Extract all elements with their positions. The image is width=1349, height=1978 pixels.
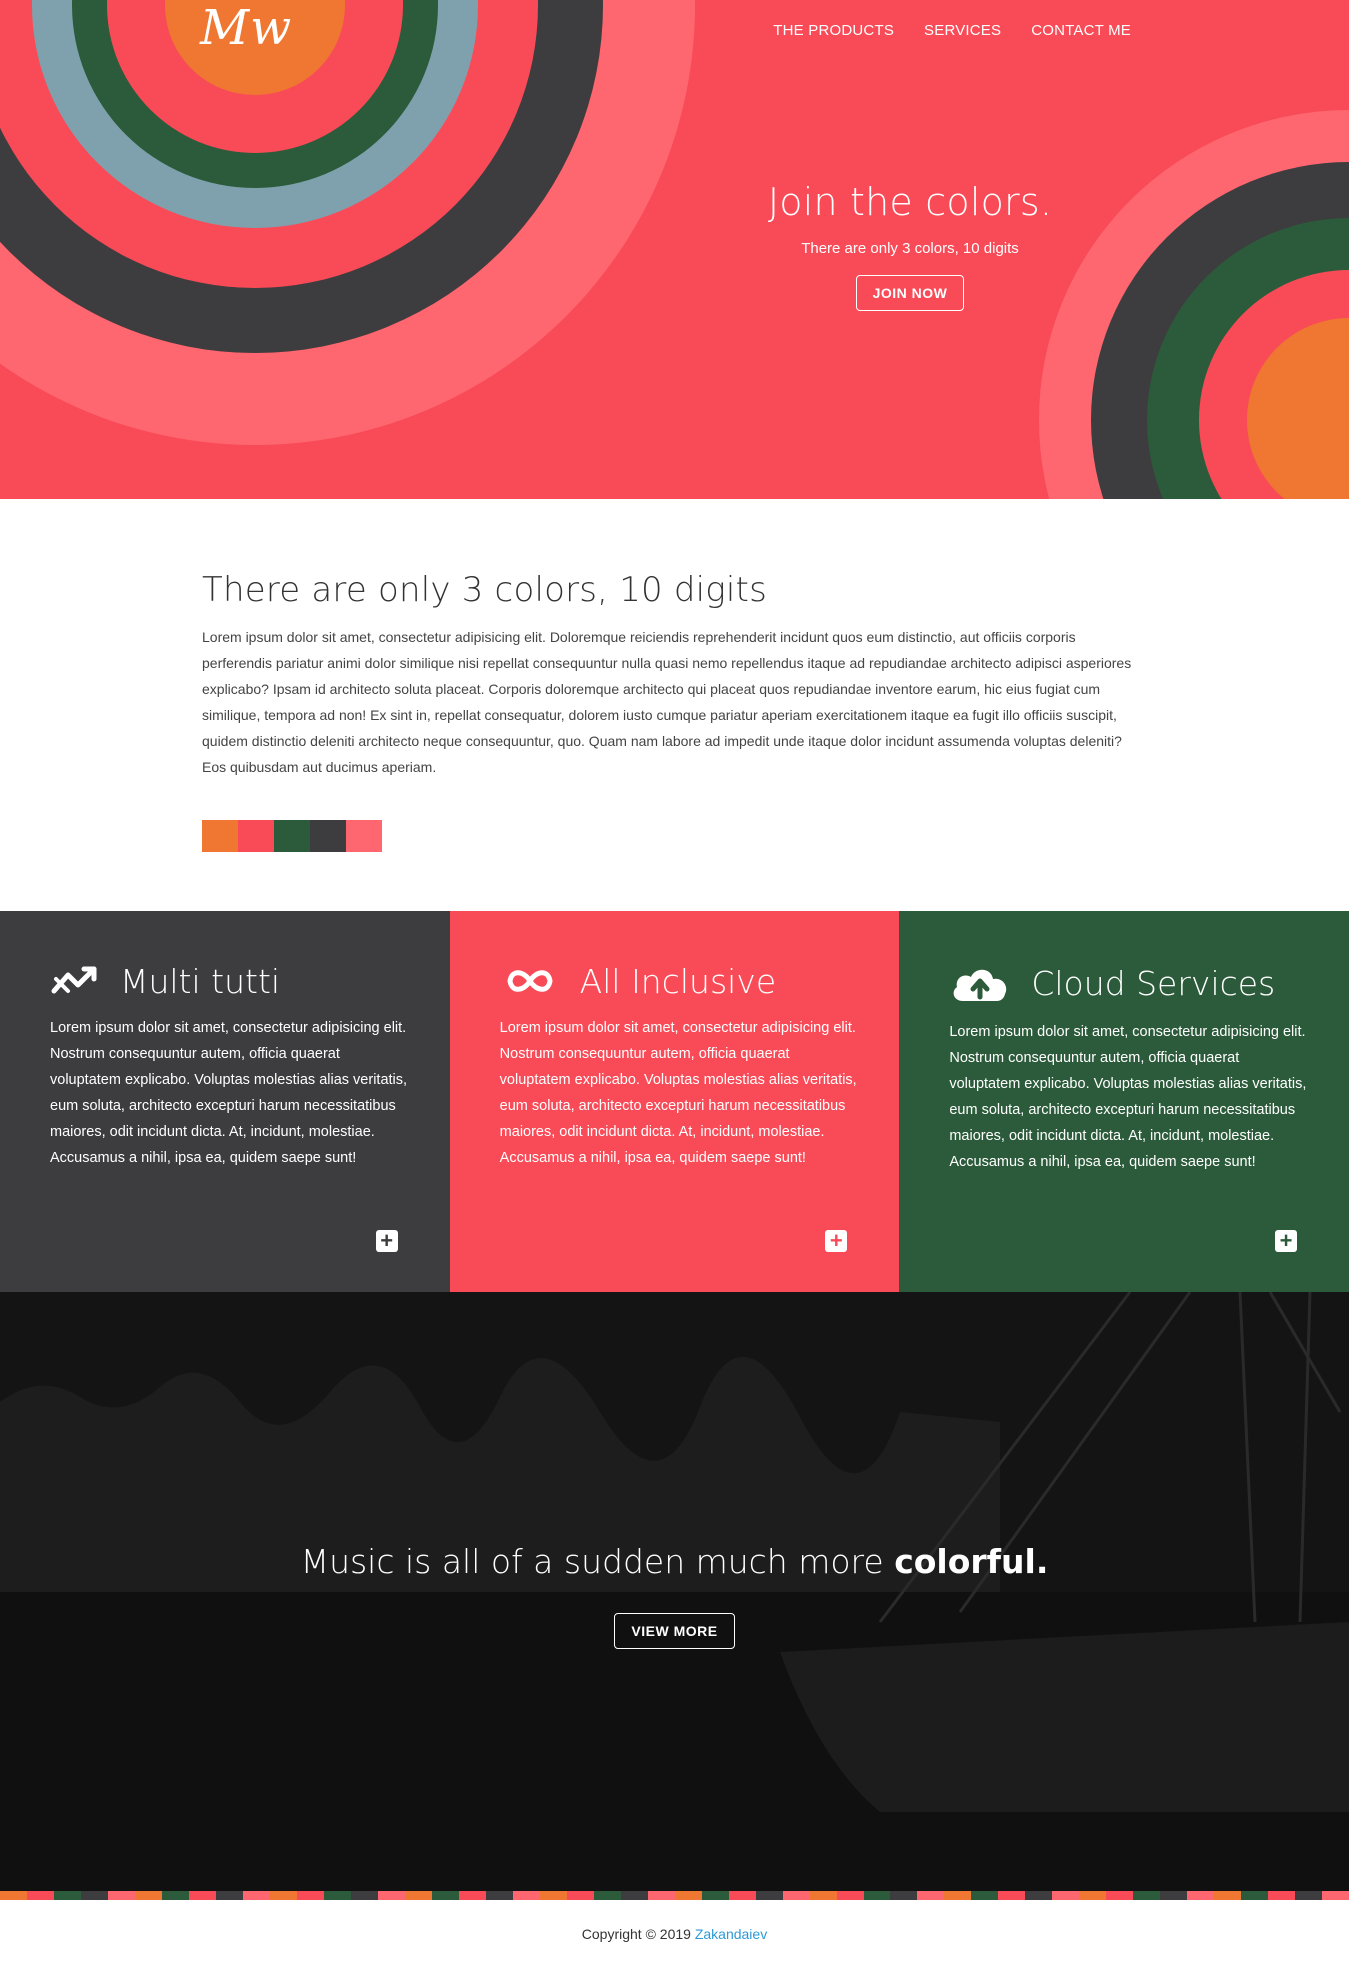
stripe-segment — [944, 1891, 972, 1900]
nav-item-contact[interactable]: CONTACT ME — [1031, 22, 1131, 39]
trend-arrows-icon — [51, 966, 97, 994]
stripe-segment — [458, 1891, 486, 1900]
color-stripe — [0, 1891, 1349, 1900]
stripe-segment — [701, 1891, 729, 1900]
swatch-dark — [310, 820, 346, 852]
stripe-segment — [836, 1891, 864, 1900]
cta-title-bold: colorful. — [894, 1542, 1049, 1581]
stripe-segment — [26, 1891, 54, 1900]
stripe-segment — [1295, 1891, 1323, 1900]
cta-title-plain: Music is all of a sudden much more — [300, 1542, 895, 1581]
cta-copy: Music is all of a sudden much more color… — [0, 1542, 1349, 1649]
cta-title: Music is all of a sudden much more color… — [0, 1542, 1349, 1581]
stripe-segment — [1106, 1891, 1134, 1900]
join-now-button[interactable]: JOIN NOW — [855, 275, 965, 311]
features-section: Multi tutti Lorem ipsum dolor sit amet, … — [0, 911, 1349, 1292]
expand-plus-icon[interactable]: + — [375, 1230, 398, 1252]
stripe-segment — [512, 1891, 540, 1900]
main-nav: THE PRODUCTS SERVICES CONTACT ME — [773, 22, 1131, 39]
intro-body: Lorem ipsum dolor sit amet, consectetur … — [202, 629, 1132, 775]
feature-body: Lorem ipsum dolor sit amet, consectetur … — [499, 1020, 857, 1166]
author-link[interactable]: Zakandaiev — [695, 1926, 767, 1942]
stripe-segment — [161, 1891, 189, 1900]
stripe-segment — [998, 1891, 1026, 1900]
stripe-segment — [539, 1891, 567, 1900]
stripe-segment — [1025, 1891, 1053, 1900]
stripe-segment — [1079, 1891, 1107, 1900]
brand-logo[interactable]: Mw — [200, 0, 292, 56]
stripe-segment — [0, 1891, 27, 1900]
stripe-segment — [431, 1891, 459, 1900]
feature-title: Multi tutti — [120, 961, 281, 1001]
stripe-segment — [674, 1891, 702, 1900]
swatch-pink — [346, 820, 382, 852]
feature-card-cloud-services: Cloud Services Lorem ipsum dolor sit ame… — [899, 911, 1349, 1292]
feature-title: All Inclusive — [579, 961, 777, 1001]
stripe-segment — [485, 1891, 513, 1900]
stripe-segment — [620, 1891, 648, 1900]
stripe-segment — [647, 1891, 675, 1900]
stripe-segment — [1187, 1891, 1215, 1900]
stripe-segment — [728, 1891, 756, 1900]
swatch-red — [238, 820, 274, 852]
stripe-segment — [782, 1891, 810, 1900]
stripe-segment — [755, 1891, 783, 1900]
hero-copy: Join the colors. There are only 3 colors… — [710, 180, 1110, 311]
stripe-segment — [1241, 1891, 1269, 1900]
stripe-segment — [1214, 1891, 1242, 1900]
stripe-segment — [1160, 1891, 1188, 1900]
expand-plus-icon[interactable]: + — [1275, 1230, 1298, 1252]
cloud-upload-icon — [953, 969, 1007, 1001]
stripe-segment — [1268, 1891, 1296, 1900]
stripe-segment — [404, 1891, 432, 1900]
stripe-segment — [377, 1891, 405, 1900]
stripe-segment — [917, 1891, 945, 1900]
swatch-orange — [202, 820, 238, 852]
stripe-segment — [188, 1891, 216, 1900]
cta-section: Music is all of a sudden much more color… — [0, 1292, 1349, 1891]
stripe-segment — [53, 1891, 81, 1900]
stripe-segment — [134, 1891, 162, 1900]
stripe-segment — [323, 1891, 351, 1900]
feature-body: Lorem ipsum dolor sit amet, consectetur … — [50, 1020, 408, 1166]
hero-circles-art — [0, 0, 1349, 499]
stripe-segment — [215, 1891, 243, 1900]
stripe-segment — [809, 1891, 837, 1900]
stripe-segment — [296, 1891, 324, 1900]
feature-card-all-inclusive: All Inclusive Lorem ipsum dolor sit amet… — [449, 911, 900, 1292]
hero-section: Mw THE PRODUCTS SERVICES CONTACT ME Join… — [0, 0, 1349, 499]
expand-plus-icon[interactable]: + — [825, 1230, 848, 1252]
stripe-segment — [269, 1891, 297, 1900]
swatch-green — [274, 820, 310, 852]
hero-title: Join the colors. — [767, 180, 1053, 224]
footer: Copyright © 2019 Zakandaiev — [0, 1900, 1349, 1978]
feature-title: Cloud Services — [1031, 963, 1276, 1003]
stripe-segment — [593, 1891, 621, 1900]
infinity-icon — [507, 970, 553, 992]
stripe-segment — [350, 1891, 378, 1900]
hero-subtitle: There are only 3 colors, 10 digits — [801, 240, 1019, 257]
intro-title: There are only 3 colors, 10 digits — [202, 570, 767, 610]
nav-item-services[interactable]: SERVICES — [924, 22, 1001, 39]
feature-body: Lorem ipsum dolor sit amet, consectetur … — [949, 1024, 1307, 1170]
stripe-segment — [566, 1891, 594, 1900]
intro-section: There are only 3 colors, 10 digits Lorem… — [202, 570, 1132, 852]
stripe-segment — [1322, 1891, 1349, 1900]
stripe-segment — [890, 1891, 918, 1900]
stripe-segment — [1133, 1891, 1161, 1900]
view-more-button[interactable]: VIEW MORE — [614, 1613, 735, 1649]
nav-item-products[interactable]: THE PRODUCTS — [773, 22, 894, 39]
feature-card-multi-tutti: Multi tutti Lorem ipsum dolor sit amet, … — [0, 911, 450, 1292]
stripe-segment — [971, 1891, 999, 1900]
stripe-segment — [242, 1891, 270, 1900]
stripe-segment — [863, 1891, 891, 1900]
stripe-segment — [80, 1891, 108, 1900]
copyright-text: Copyright © 2019 — [581, 1926, 695, 1942]
color-swatches — [202, 820, 1132, 852]
stripe-segment — [1052, 1891, 1080, 1900]
stripe-segment — [107, 1891, 135, 1900]
